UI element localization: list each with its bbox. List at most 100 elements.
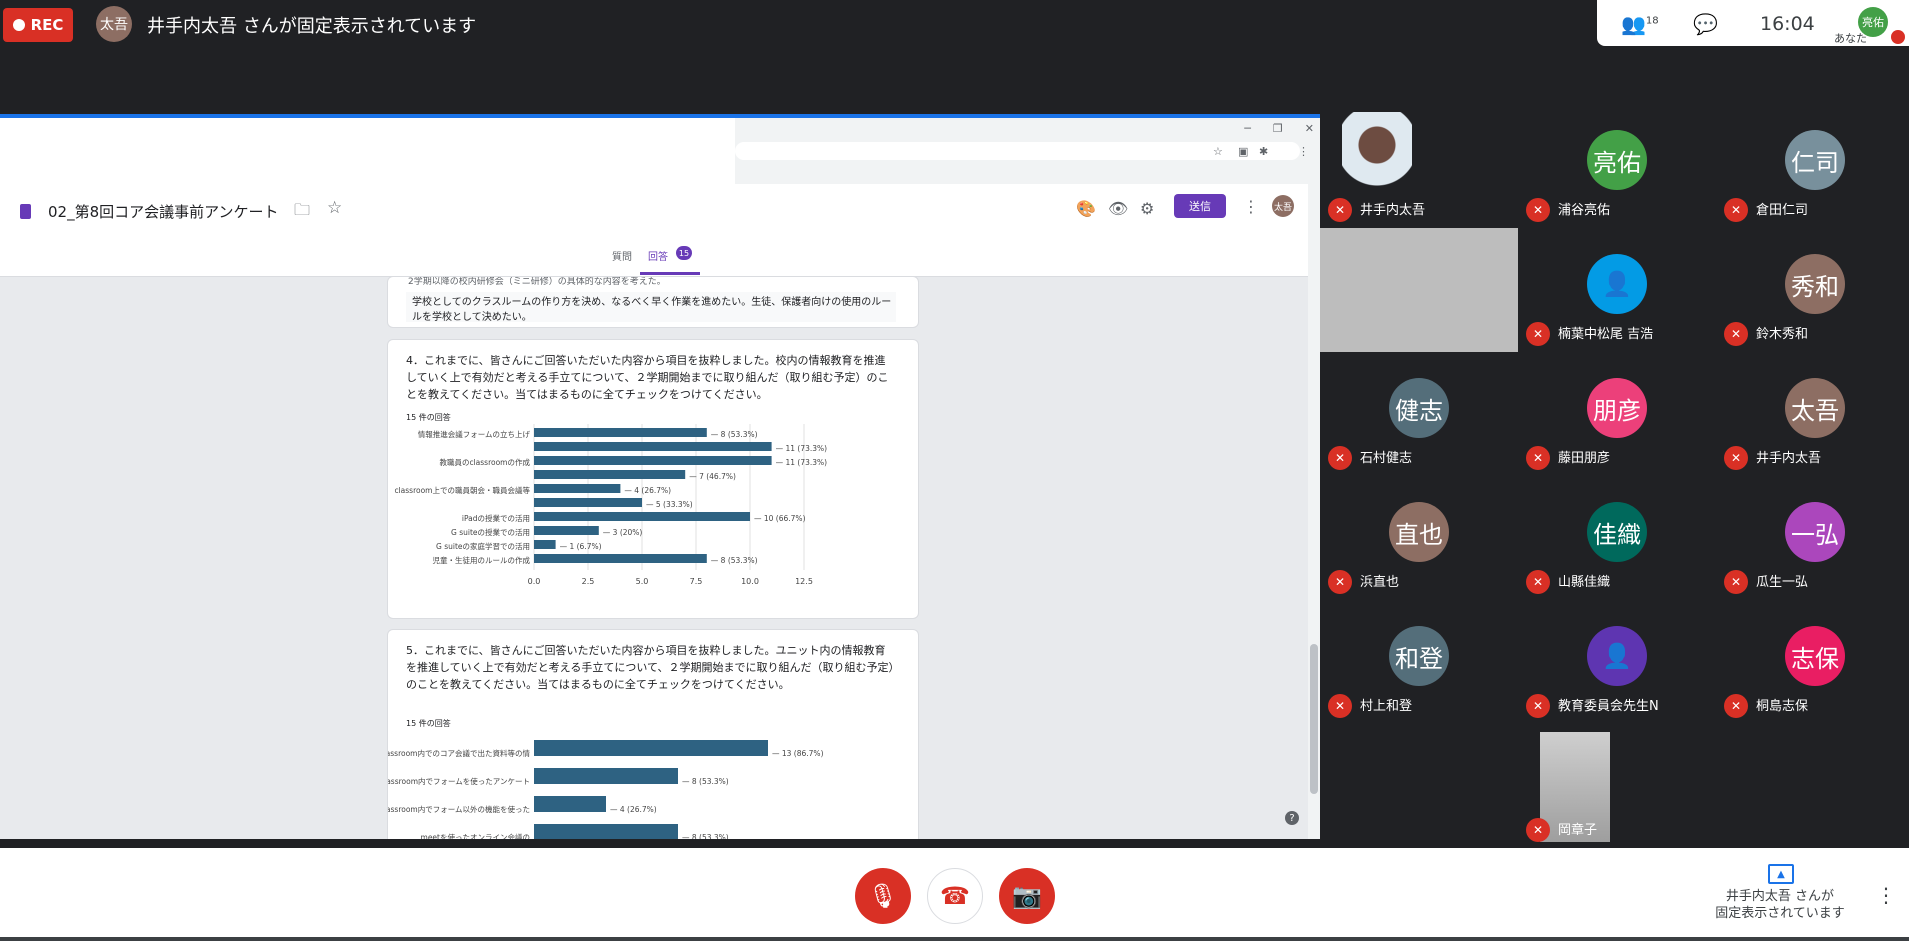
bar <box>534 512 750 521</box>
forms-doc-icon <box>20 204 31 219</box>
eye-icon[interactable]: 👁 <box>1108 199 1128 218</box>
send-button[interactable]: 送信 <box>1174 194 1226 218</box>
scrollbar-thumb[interactable] <box>1310 644 1318 794</box>
participant-tile[interactable]: 佳織 ✕ 山縣佳織 <box>1518 476 1716 600</box>
more-options-icon[interactable]: ⋮ <box>1243 197 1259 216</box>
mic-off-icon: ✕ <box>1526 570 1550 594</box>
data-label: — 1 (6.7%) <box>560 542 602 551</box>
help-icon[interactable]: ? <box>1285 811 1299 825</box>
bar <box>534 456 772 465</box>
browser-cover <box>0 118 735 184</box>
browser-menu-icon[interactable]: ⋮ <box>1298 145 1309 158</box>
puzzle-icon[interactable]: ✱ <box>1259 145 1268 158</box>
chat-icon[interactable]: 💬 <box>1693 12 1718 36</box>
mic-toggle-button[interactable]: 🎙 <box>855 868 911 924</box>
previous-question-card: 2学期以降の校内研修会（ミニ研修）の具体的な内容を考えた。 学校としてのクラスル… <box>387 276 919 328</box>
mic-off-icon: ✕ <box>1526 198 1550 222</box>
data-label: — 11 (73.3%) <box>776 458 828 467</box>
question-5-bar-chart: classroom内でのコア会議で出た資料等の情 — 13 (86.7%) clas… <box>388 740 824 839</box>
question-4-card: 4．これまでに、皆さんにご回答いただいた内容から項目を抜粋しました。校内の情報教… <box>387 339 919 619</box>
participant-name: 倉田仁司 <box>1756 203 1809 218</box>
leave-call-button[interactable]: ☎ <box>927 868 983 924</box>
data-label: — 3 (20%) <box>603 528 643 537</box>
data-label: — 4 (26.7%) <box>610 805 657 814</box>
mic-off-icon: ✕ <box>1724 322 1748 346</box>
participant-tile[interactable]: 仁司 ✕ 倉田仁司 <box>1716 104 1909 228</box>
participant-grid: ✕ 井手内太吾 亮佑 ✕ 浦谷亮佑 仁司 ✕ 倉田仁司 👤 ✕ 楠葉中松尾 吉浩 秀和 ✕ 鈴木秀和 健志 ✕… <box>1320 104 1909 848</box>
hangup-icon: ☎ <box>940 882 970 910</box>
participant-tile[interactable]: 和登 ✕ 村上和登 <box>1320 600 1518 724</box>
participant-avatar: 仁司 <box>1785 130 1845 190</box>
bookmark-star-icon[interactable]: ☆ <box>1213 145 1223 158</box>
category-label: iPadの授業での活用 <box>462 513 530 523</box>
participant-avatar: 朋彦 <box>1587 378 1647 438</box>
screen-share: ─ ❐ ✕ ☆ ▣ ✱ ⋮ 02_第8回コア会議事前アンケート 🗀 ☆ 🎨 👁 … <box>0 114 1320 839</box>
window-controls: ─ ❐ ✕ <box>1244 122 1314 135</box>
participant-tile[interactable]: 太吾 ✕ 井手内太吾 <box>1716 352 1909 476</box>
responses-badge: 15 <box>676 246 692 260</box>
maximize-icon[interactable]: ❐ <box>1273 122 1283 135</box>
tab-responses[interactable]: 回答 <box>648 248 668 263</box>
participant-name: 山縣佳織 <box>1558 575 1611 590</box>
participant-tile[interactable]: ✕ 岡章子 <box>1518 724 1716 848</box>
meeting-clock: 16:04 <box>1760 13 1815 35</box>
participants-count: 18 <box>1645 15 1659 27</box>
participant-tile[interactable]: 一弘 ✕ 瓜生一弘 <box>1716 476 1909 600</box>
account-avatar[interactable]: 太吾 <box>1272 195 1294 217</box>
mic-off-icon: ✕ <box>1328 198 1352 222</box>
bar <box>534 540 556 549</box>
bar <box>534 526 599 535</box>
participant-tile[interactable]: 👤 ✕ 楠葉中松尾 吉浩 <box>1518 228 1716 352</box>
presentation-icon[interactable]: ▲ <box>1768 864 1794 884</box>
close-icon[interactable]: ✕ <box>1305 122 1314 135</box>
more-options-icon[interactable]: ⋮ <box>1876 883 1896 907</box>
participant-tile[interactable]: 健志 ✕ 石村健志 <box>1320 352 1518 476</box>
mic-off-icon: ✕ <box>1526 446 1550 470</box>
mic-off-icon: ✕ <box>1526 818 1550 842</box>
star-icon[interactable]: ☆ <box>327 198 342 218</box>
participant-name: 村上和登 <box>1360 699 1413 714</box>
forms-header: 02_第8回コア会議事前アンケート 🗀 ☆ 🎨 👁 ⚙ 送信 ⋮ 太吾 質問 回… <box>0 184 1310 277</box>
data-label: — 8 (53.3%) <box>682 777 729 786</box>
extension-icon[interactable]: ▣ <box>1238 145 1248 158</box>
previous-answer-text: 学校としてのクラスルームの作り方を決め、なるべく早く作業を進めたい。生徒、保護者… <box>412 297 892 323</box>
top-bar: REC 太吾 井手内太吾 さんが固定表示されています 👥18 💬 16:04 亮… <box>0 0 1909 48</box>
participant-tile[interactable]: 亮佑 ✕ 浦谷亮佑 <box>1518 104 1716 228</box>
participant-tile[interactable]: 秀和 ✕ 鈴木秀和 <box>1716 228 1909 352</box>
folder-icon[interactable]: 🗀 <box>294 199 310 226</box>
participant-tile[interactable]: 直也 ✕ 浜直也 <box>1320 476 1518 600</box>
data-label: — 8 (53.3%) <box>711 556 758 565</box>
participant-avatar: 直也 <box>1389 502 1449 562</box>
category-label: 児童・生徒用のルールの作成 <box>433 555 531 565</box>
taskbar-strip <box>0 937 1909 941</box>
presentation-status-line2: 固定表示されています <box>1715 906 1845 921</box>
participant-name: 藤田朋彦 <box>1558 451 1611 466</box>
bottom-control-bar: 🎙 ☎ 📷 ▲ 井手内太吾 さんが 固定表示されています ⋮ <box>0 848 1909 941</box>
mic-off-icon: ✕ <box>1328 446 1352 470</box>
palette-icon[interactable]: 🎨 <box>1076 199 1096 218</box>
participant-tile[interactable]: 朋彦 ✕ 藤田朋彦 <box>1518 352 1716 476</box>
participant-name: 井手内太吾 <box>1756 451 1822 466</box>
participant-avatar: 佳織 <box>1587 502 1647 562</box>
participant-avatar: 太吾 <box>1785 378 1845 438</box>
participant-tile[interactable]: 👤 ✕ 教育委員会先生N <box>1518 600 1716 724</box>
participant-name: 浜直也 <box>1360 575 1400 590</box>
form-title[interactable]: 02_第8回コア会議事前アンケート <box>48 201 279 222</box>
participant-avatar: 👤 <box>1587 254 1647 314</box>
camera-toggle-button[interactable]: 📷 <box>999 868 1055 924</box>
participant-tile[interactable] <box>1320 228 1518 352</box>
participant-tile[interactable]: ✕ 井手内太吾 <box>1320 104 1518 228</box>
participant-tile[interactable]: 志保 ✕ 桐島志保 <box>1716 600 1909 724</box>
gear-icon[interactable]: ⚙ <box>1140 199 1154 218</box>
mic-off-icon: ✕ <box>1328 570 1352 594</box>
question-4-text: 4．これまでに、皆さんにご回答いただいた内容から項目を抜粋しました。校内の情報教… <box>406 354 889 401</box>
mic-off-icon: ✕ <box>1724 570 1748 594</box>
self-label: あなた <box>1834 32 1867 45</box>
presentation-status: 井手内太吾 さんが 固定表示されています <box>1700 888 1860 922</box>
question-5-response-count: 15 件の回答 <box>406 719 451 728</box>
minimize-icon[interactable]: ─ <box>1244 122 1251 135</box>
page-scrollbar[interactable] <box>1308 184 1320 839</box>
tab-questions[interactable]: 質問 <box>612 248 632 263</box>
participants-button[interactable]: 👥18 <box>1621 12 1659 36</box>
bar <box>534 554 707 563</box>
